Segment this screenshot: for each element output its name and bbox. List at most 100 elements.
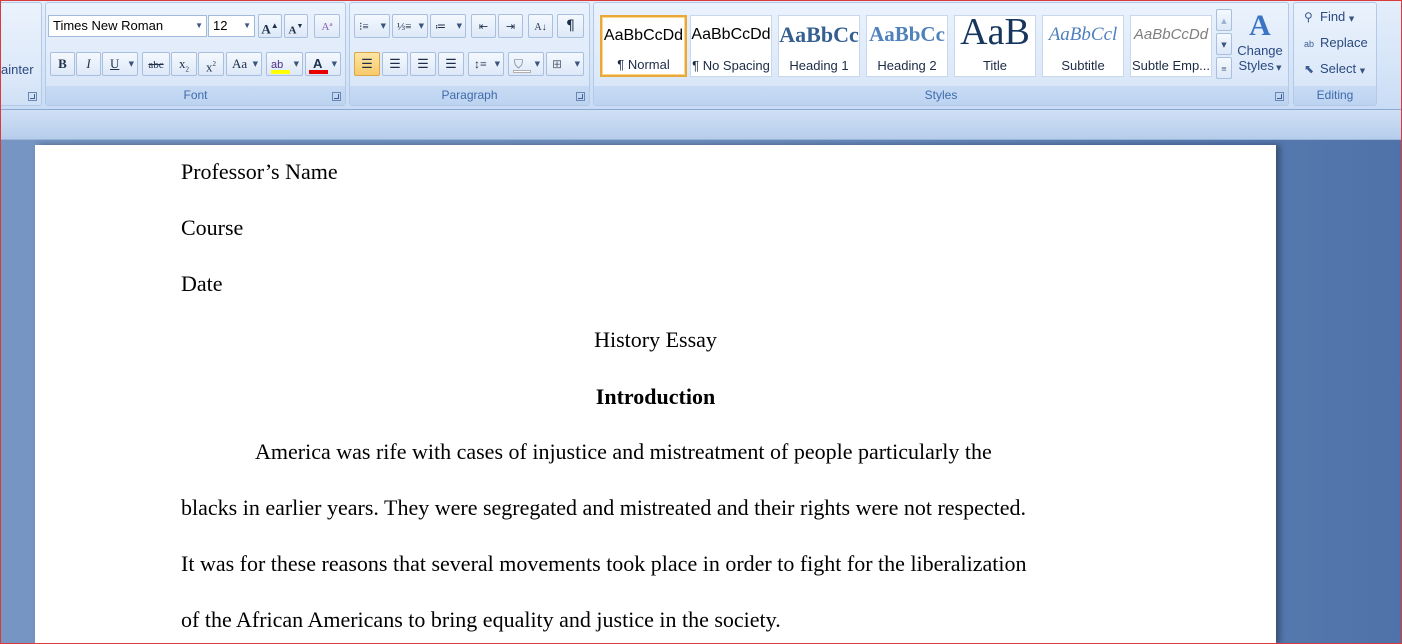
highlight-color-swatch	[271, 70, 290, 74]
style-no-spacing[interactable]: AaBbCcDd ¶ No Spacing	[690, 15, 772, 77]
chevron-down-icon[interactable]: ▼	[419, 15, 424, 37]
grow-font-icon: A	[261, 21, 271, 37]
chevron-down-icon[interactable]: ▼	[243, 16, 251, 36]
chevron-down-icon[interactable]: ▼	[535, 53, 540, 75]
style-subtle-emphasis[interactable]: AaBbCcDd Subtle Emp...	[1130, 15, 1212, 77]
doc-paragraph-line-4[interactable]: of the African Americans to bring equali…	[181, 607, 781, 633]
numbered-list-icon: ⅓≡	[397, 21, 412, 33]
font-size-combo[interactable]: 12 ▼	[208, 15, 255, 37]
bullets-button[interactable]: ⁝≡ ▼	[354, 14, 390, 38]
strikethrough-button[interactable]: abc	[142, 52, 170, 76]
editing-group: ⚲ Find ▼ ab Replace ⬉ Select ▼ Editing	[1293, 2, 1377, 106]
doc-paragraph-line-3[interactable]: It was for these reasons that several mo…	[181, 551, 1027, 577]
italic-button[interactable]: I	[76, 52, 101, 76]
shrink-font-button[interactable]: A▼	[284, 14, 308, 38]
align-left-button[interactable]: ☰	[354, 52, 380, 76]
editing-group-label: Editing	[1294, 86, 1376, 105]
pilcrow-icon: ¶	[566, 18, 575, 34]
doc-line-professor-name[interactable]: Professor’s Name	[181, 159, 338, 185]
shrink-font-icon: A	[288, 24, 297, 37]
increase-indent-button[interactable]: ⇥	[498, 14, 523, 38]
font-group-label: Font	[46, 86, 345, 105]
styles-dialog-launcher-icon[interactable]	[1275, 92, 1284, 101]
font-name-value: Times New Roman	[53, 18, 164, 33]
numbering-button[interactable]: ⅓≡ ▼	[392, 14, 428, 38]
chevron-down-icon[interactable]: ▼	[381, 15, 386, 37]
doc-heading-introduction[interactable]: Introduction	[35, 384, 1276, 410]
style-heading-1[interactable]: AaBbCc Heading 1	[778, 15, 860, 77]
chevron-down-icon[interactable]: ▼	[457, 15, 462, 37]
line-spacing-icon: ↕≡	[474, 57, 487, 71]
styles-more-button[interactable]: ≡	[1216, 57, 1232, 79]
chevron-down-icon[interactable]: ▼	[294, 53, 299, 75]
justify-button[interactable]: ☰	[438, 52, 464, 76]
document-page[interactable]: Professor’s Name Course Date History Ess…	[35, 145, 1276, 644]
clear-formatting-button[interactable]: Aª	[314, 14, 340, 38]
paragraph-dialog-launcher-icon[interactable]	[576, 92, 585, 101]
paragraph-group-label: Paragraph	[350, 86, 589, 105]
styles-scroll-down-button[interactable]: ▼	[1216, 33, 1232, 55]
clipboard-group: ainter	[0, 2, 42, 106]
grow-font-button[interactable]: A▲	[258, 14, 282, 38]
select-button[interactable]: ⬉ Select ▼	[1304, 59, 1365, 79]
border-grid-icon: ⊞	[552, 57, 563, 71]
styles-group-label: Styles	[594, 86, 1288, 105]
highlight-button[interactable]: ab ▼	[266, 52, 303, 76]
clipboard-dialog-launcher-icon[interactable]	[28, 92, 37, 101]
multilevel-list-button[interactable]: ≔ ▼	[430, 14, 466, 38]
font-dialog-launcher-icon[interactable]	[332, 92, 341, 101]
format-painter-label[interactable]: ainter	[1, 62, 34, 77]
more-styles-icon: ≡	[1221, 65, 1227, 73]
replace-button[interactable]: ab Replace	[1304, 33, 1368, 53]
chevron-down-icon[interactable]: ▼	[195, 16, 203, 36]
doc-paragraph-line-2[interactable]: blacks in earlier years. They were segre…	[181, 495, 1026, 521]
shading-button[interactable]: ⛉ ▼	[508, 52, 544, 76]
style-no-spacing-preview: AaBbCcDd	[691, 26, 771, 43]
chevron-down-icon[interactable]: ▼	[495, 53, 500, 75]
align-center-button[interactable]: ☰	[382, 52, 408, 76]
bold-button[interactable]: B	[50, 52, 75, 76]
replace-label: Replace	[1320, 35, 1368, 50]
style-title[interactable]: AaB Title	[954, 15, 1036, 77]
font-name-combo[interactable]: Times New Roman ▼	[48, 15, 207, 37]
chevron-down-icon[interactable]: ▼	[253, 53, 258, 75]
chevron-up-icon: ▲	[1221, 17, 1227, 25]
doc-line-course[interactable]: Course	[181, 215, 243, 241]
increase-indent-icon: ⇥	[505, 21, 516, 33]
sort-button[interactable]: A↓	[528, 14, 553, 38]
doc-line-date[interactable]: Date	[181, 271, 223, 297]
style-heading-1-preview: AaBbCc	[779, 22, 859, 47]
change-case-button[interactable]: Aa ▼	[226, 52, 262, 76]
borders-button[interactable]: ⊞ ▼	[546, 52, 584, 76]
styles-scroll-up-button[interactable]: ▲	[1216, 9, 1232, 31]
subscript-button[interactable]: x2	[171, 52, 197, 76]
style-subtitle[interactable]: AaBbCcl Subtitle	[1042, 15, 1124, 77]
line-spacing-button[interactable]: ↕≡ ▼	[468, 52, 504, 76]
show-formatting-marks-button[interactable]: ¶	[557, 14, 584, 38]
change-styles-label-2: Styles	[1238, 58, 1274, 73]
chevron-down-icon[interactable]: ▼	[129, 53, 134, 75]
clear-formatting-icon: Aª	[321, 21, 333, 33]
chevron-down-icon: ▼	[1348, 15, 1355, 23]
doc-essay-title[interactable]: History Essay	[35, 327, 1276, 353]
chevron-down-icon: ▼	[1273, 64, 1282, 72]
font-color-button[interactable]: A ▼	[305, 52, 341, 76]
superscript-button[interactable]: x2	[198, 52, 224, 76]
find-button[interactable]: ⚲ Find ▼	[1304, 7, 1354, 27]
underline-button[interactable]: U ▼	[102, 52, 138, 76]
style-normal[interactable]: AaBbCcDd ¶ Normal	[600, 15, 687, 77]
decrease-indent-icon: ⇤	[478, 21, 489, 33]
chevron-down-icon[interactable]: ▼	[332, 53, 337, 75]
ribbon: ainter Times New Roman ▼ 12 ▼ A▲ A▼ Aª B…	[0, 0, 1402, 110]
style-heading-2[interactable]: AaBbCc Heading 2	[866, 15, 948, 77]
change-styles-label-1: Change	[1237, 43, 1283, 58]
italic-icon: I	[86, 56, 91, 71]
doc-paragraph-line-1[interactable]: America was rife with cases of injustice…	[255, 439, 992, 465]
style-no-spacing-name: ¶ No Spacing	[692, 58, 770, 73]
decrease-indent-button[interactable]: ⇤	[471, 14, 496, 38]
change-styles-button[interactable]: A Change Styles ▼	[1234, 9, 1286, 83]
paint-bucket-icon: ⛉	[514, 57, 524, 71]
chevron-down-icon[interactable]: ▼	[575, 53, 580, 75]
style-subtle-emphasis-name: Subtle Emp...	[1131, 58, 1211, 73]
align-right-button[interactable]: ☰	[410, 52, 436, 76]
